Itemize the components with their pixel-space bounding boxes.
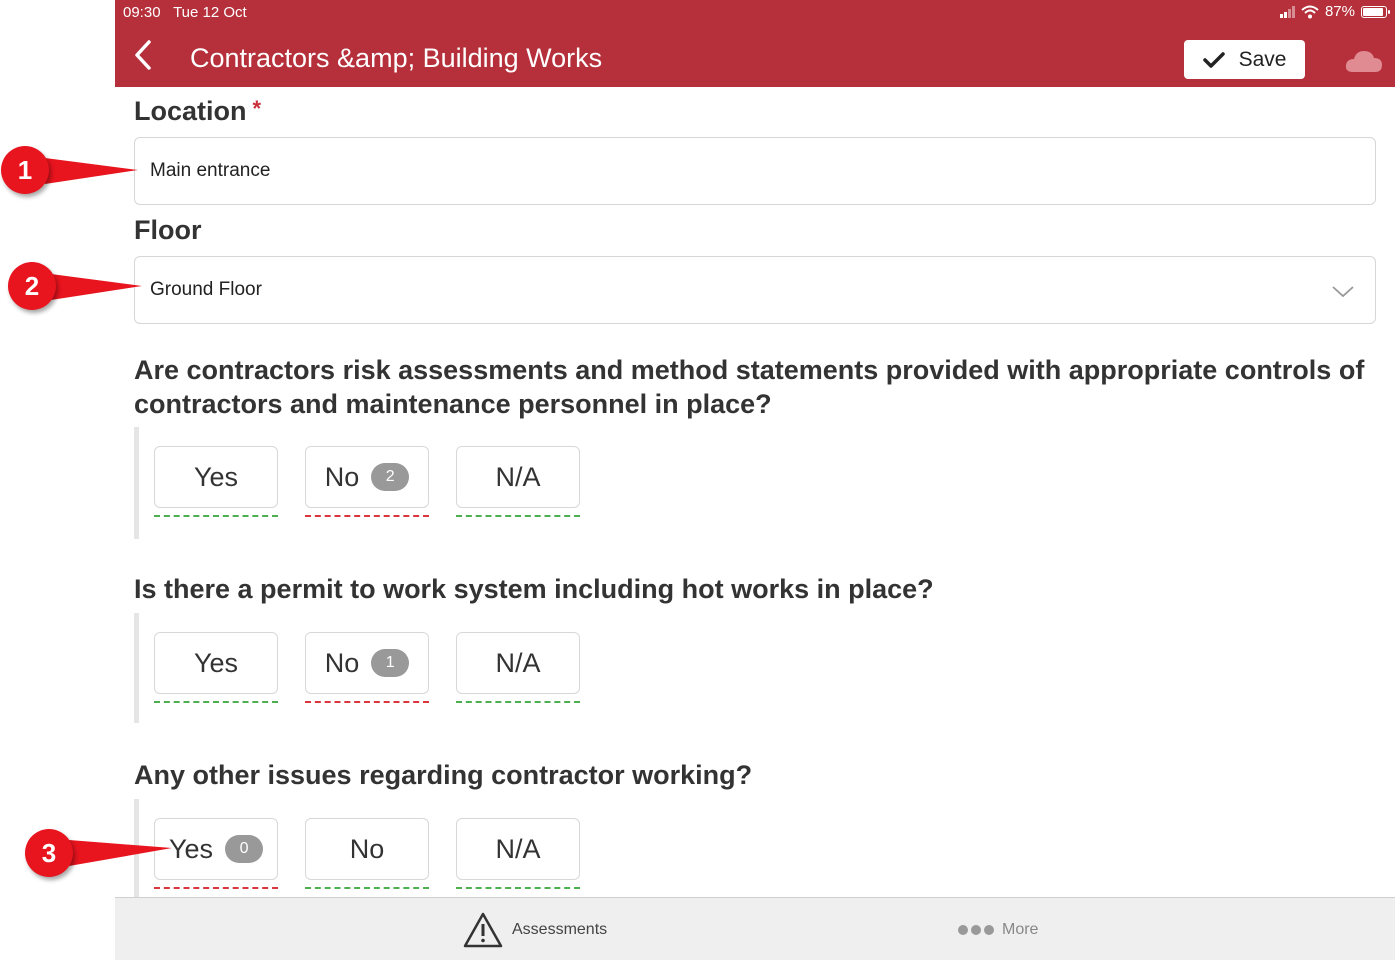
- callout-2: 2: [8, 262, 56, 310]
- save-label: Save: [1238, 47, 1287, 71]
- question-2-options: Yes No 1 N/A: [134, 613, 614, 723]
- q1-na-underline: [456, 515, 580, 517]
- tab-bar: Assessments More: [115, 897, 1395, 960]
- q2-na-underline: [456, 701, 580, 703]
- chevron-down-icon: [1332, 286, 1354, 298]
- q3-yes-underline: [154, 887, 278, 889]
- floor-value: Ground Floor: [150, 279, 262, 300]
- q2-no-button[interactable]: No 1: [305, 632, 429, 694]
- question-3-text: Any other issues regarding contractor wo…: [134, 760, 753, 790]
- signal-icon: [1279, 5, 1295, 18]
- q1-no-button[interactable]: No 2: [305, 446, 429, 508]
- q2-yes-underline: [154, 701, 278, 703]
- q1-na-button[interactable]: N/A: [456, 446, 580, 508]
- callout-3: 3: [25, 829, 73, 877]
- q3-na-underline: [456, 887, 580, 889]
- floor-select[interactable]: Ground Floor: [134, 256, 1376, 324]
- location-value: Main entrance: [150, 160, 271, 181]
- q3-no-button[interactable]: No: [305, 818, 429, 880]
- battery-icon: [1361, 5, 1390, 18]
- q1-no-count-badge: 2: [371, 463, 410, 491]
- question-2-text: Is there a permit to work system includi…: [134, 574, 934, 604]
- tab-assessments-label: Assessments: [512, 920, 608, 938]
- more-dots-icon: [958, 924, 994, 935]
- cloud-icon[interactable]: [1344, 46, 1384, 76]
- q2-no-underline: [305, 701, 429, 703]
- location-input[interactable]: Main entrance: [134, 137, 1376, 205]
- q3-na-button[interactable]: N/A: [456, 818, 580, 880]
- floor-label: Floor: [134, 215, 202, 245]
- callout-3-arrow: [69, 840, 172, 866]
- status-date: Tue 12 Oct: [173, 4, 247, 21]
- callout-2-arrow: [51, 274, 142, 300]
- app-window: 09:30 Tue 12 Oct 87% Contractors &amp; B…: [115, 0, 1395, 960]
- q3-yes-count-badge: 0: [225, 835, 264, 863]
- q1-no-underline: [305, 515, 429, 517]
- status-indicators: 87%: [1279, 3, 1390, 20]
- question-1-text: Are contractors risk assessments and met…: [134, 355, 1365, 419]
- check-icon: [1202, 51, 1225, 68]
- chevron-left-icon[interactable]: [129, 38, 157, 72]
- q3-no-underline: [305, 887, 429, 889]
- question-1-options: Yes No 2 N/A: [134, 427, 614, 539]
- page-title: Contractors &amp; Building Works: [190, 43, 603, 73]
- callout-1: 1: [1, 146, 49, 194]
- tab-more-label: More: [1002, 920, 1039, 938]
- callout-1-arrow: [45, 158, 138, 184]
- required-mark: *: [252, 96, 262, 121]
- tab-assessments[interactable]: Assessments: [462, 898, 607, 960]
- question-3-options: Yes 0 No N/A: [134, 799, 614, 897]
- wifi-icon: [1301, 5, 1319, 18]
- q2-no-count-badge: 1: [371, 649, 410, 677]
- tab-more[interactable]: More: [958, 898, 1038, 960]
- q2-na-button[interactable]: N/A: [456, 632, 580, 694]
- save-button[interactable]: Save: [1184, 40, 1305, 79]
- q1-yes-underline: [154, 515, 278, 517]
- q1-yes-button[interactable]: Yes: [154, 446, 278, 508]
- q2-yes-button[interactable]: Yes: [154, 632, 278, 694]
- location-label: Location *: [134, 96, 262, 126]
- warning-triangle-icon: [463, 912, 503, 947]
- battery-percent: 87%: [1324, 3, 1355, 20]
- header-bar: 09:30 Tue 12 Oct 87% Contractors &amp; B…: [115, 0, 1395, 87]
- status-time: 09:30 Tue 12 Oct: [123, 4, 247, 21]
